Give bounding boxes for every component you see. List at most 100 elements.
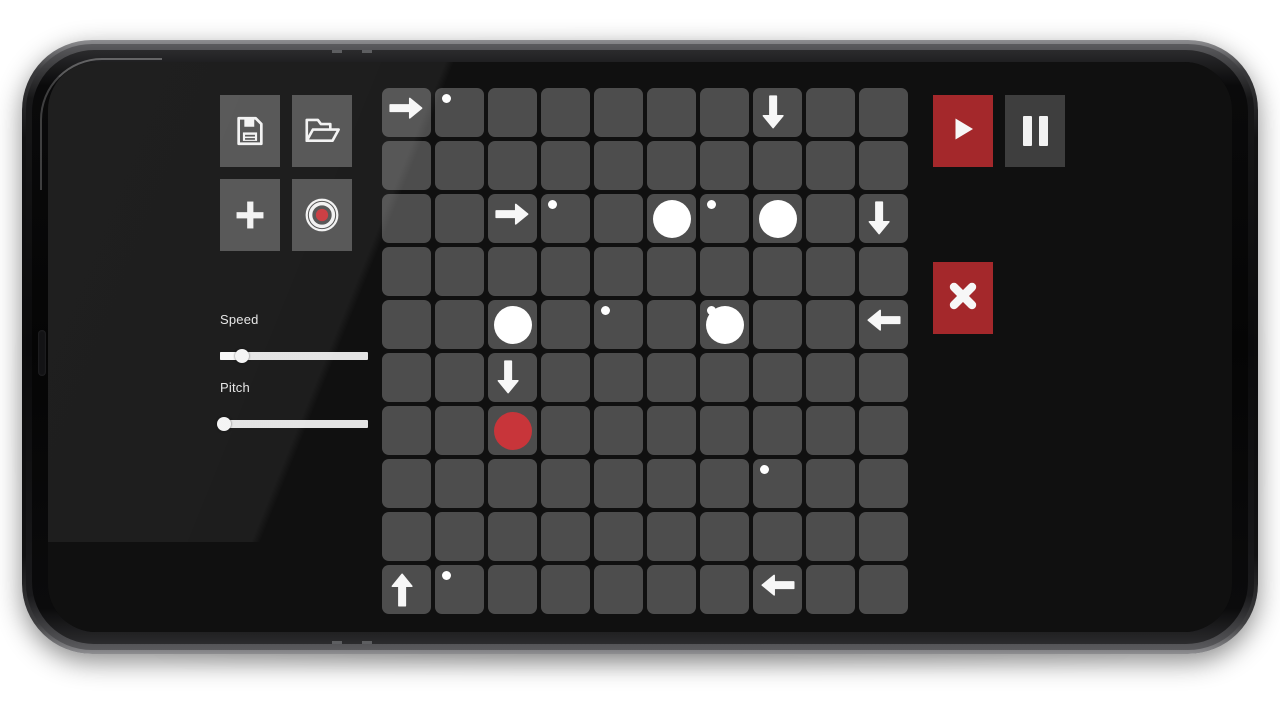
- grid-cell[interactable]: [541, 300, 590, 349]
- grid-cell[interactable]: [435, 300, 484, 349]
- grid-cell[interactable]: [859, 247, 908, 296]
- grid-cell[interactable]: [541, 353, 590, 402]
- grid-cell[interactable]: [647, 88, 696, 137]
- grid-cell[interactable]: [753, 194, 802, 243]
- grid-cell[interactable]: [859, 353, 908, 402]
- grid-cell[interactable]: [647, 141, 696, 190]
- grid-cell[interactable]: [647, 247, 696, 296]
- grid-cell[interactable]: [541, 247, 590, 296]
- grid-cell[interactable]: [488, 512, 537, 561]
- grid-cell[interactable]: [541, 194, 590, 243]
- grid-cell[interactable]: [435, 565, 484, 614]
- grid-cell[interactable]: [382, 88, 431, 137]
- grid-cell[interactable]: [700, 194, 749, 243]
- grid-cell[interactable]: [647, 565, 696, 614]
- grid-cell[interactable]: [594, 406, 643, 455]
- grid-cell[interactable]: [806, 141, 855, 190]
- grid-cell[interactable]: [753, 300, 802, 349]
- grid-cell[interactable]: [382, 459, 431, 508]
- grid-cell[interactable]: [382, 141, 431, 190]
- grid-cell[interactable]: [859, 141, 908, 190]
- play-button[interactable]: [933, 95, 993, 167]
- grid-cell[interactable]: [594, 565, 643, 614]
- grid-cell[interactable]: [382, 406, 431, 455]
- grid-cell[interactable]: [700, 88, 749, 137]
- grid-cell[interactable]: [753, 565, 802, 614]
- grid-cell[interactable]: [541, 459, 590, 508]
- speed-slider-thumb[interactable]: [235, 349, 250, 363]
- grid-cell[interactable]: [700, 353, 749, 402]
- speed-slider[interactable]: [220, 349, 368, 363]
- grid-cell[interactable]: [859, 565, 908, 614]
- power-button[interactable]: [38, 330, 46, 376]
- grid-cell[interactable]: [488, 459, 537, 508]
- grid-cell[interactable]: [382, 194, 431, 243]
- grid-cell[interactable]: [859, 194, 908, 243]
- grid-cell[interactable]: [382, 512, 431, 561]
- grid-cell[interactable]: [700, 459, 749, 508]
- clear-button[interactable]: [933, 262, 993, 334]
- grid-cell[interactable]: [753, 88, 802, 137]
- grid-cell[interactable]: [594, 353, 643, 402]
- grid-cell[interactable]: [806, 247, 855, 296]
- grid-cell[interactable]: [435, 141, 484, 190]
- open-button[interactable]: [292, 95, 352, 167]
- save-button[interactable]: [220, 95, 280, 167]
- grid-cell[interactable]: [859, 406, 908, 455]
- grid-cell[interactable]: [382, 300, 431, 349]
- grid-cell[interactable]: [806, 353, 855, 402]
- grid-cell[interactable]: [594, 300, 643, 349]
- grid-cell[interactable]: [700, 141, 749, 190]
- grid-cell[interactable]: [488, 300, 537, 349]
- grid-cell[interactable]: [488, 565, 537, 614]
- grid-cell[interactable]: [753, 406, 802, 455]
- grid-cell[interactable]: [594, 194, 643, 243]
- add-button[interactable]: [220, 179, 280, 251]
- grid-cell[interactable]: [753, 353, 802, 402]
- pitch-slider-thumb[interactable]: [217, 417, 232, 431]
- grid-cell[interactable]: [806, 300, 855, 349]
- pause-button[interactable]: [1005, 95, 1065, 167]
- grid-cell[interactable]: [382, 565, 431, 614]
- grid-cell[interactable]: [488, 141, 537, 190]
- grid-cell[interactable]: [435, 88, 484, 137]
- grid-cell[interactable]: [806, 194, 855, 243]
- grid-cell[interactable]: [806, 565, 855, 614]
- grid-cell[interactable]: [647, 512, 696, 561]
- grid-cell[interactable]: [541, 88, 590, 137]
- grid-cell[interactable]: [700, 406, 749, 455]
- grid-cell[interactable]: [806, 512, 855, 561]
- grid-cell[interactable]: [753, 459, 802, 508]
- grid-cell[interactable]: [435, 406, 484, 455]
- grid-cell[interactable]: [700, 300, 749, 349]
- grid-cell[interactable]: [594, 88, 643, 137]
- grid-cell[interactable]: [594, 459, 643, 508]
- grid-cell[interactable]: [382, 247, 431, 296]
- grid-cell[interactable]: [700, 512, 749, 561]
- grid-cell[interactable]: [488, 406, 537, 455]
- grid-cell[interactable]: [594, 141, 643, 190]
- grid-cell[interactable]: [753, 512, 802, 561]
- grid-cell[interactable]: [647, 194, 696, 243]
- grid-cell[interactable]: [488, 88, 537, 137]
- grid-cell[interactable]: [541, 565, 590, 614]
- grid-cell[interactable]: [859, 512, 908, 561]
- grid-cell[interactable]: [753, 247, 802, 296]
- grid-cell[interactable]: [435, 247, 484, 296]
- grid-cell[interactable]: [541, 141, 590, 190]
- grid-cell[interactable]: [541, 512, 590, 561]
- grid-cell[interactable]: [806, 406, 855, 455]
- grid-cell[interactable]: [435, 459, 484, 508]
- grid-cell[interactable]: [647, 300, 696, 349]
- grid-cell[interactable]: [647, 353, 696, 402]
- grid-cell[interactable]: [382, 353, 431, 402]
- grid-cell[interactable]: [594, 512, 643, 561]
- grid-cell[interactable]: [435, 194, 484, 243]
- pitch-slider[interactable]: [217, 417, 368, 431]
- grid-cell[interactable]: [541, 406, 590, 455]
- grid-cell[interactable]: [700, 565, 749, 614]
- grid-cell[interactable]: [435, 512, 484, 561]
- grid-cell[interactable]: [488, 247, 537, 296]
- grid-cell[interactable]: [806, 459, 855, 508]
- grid-cell[interactable]: [859, 459, 908, 508]
